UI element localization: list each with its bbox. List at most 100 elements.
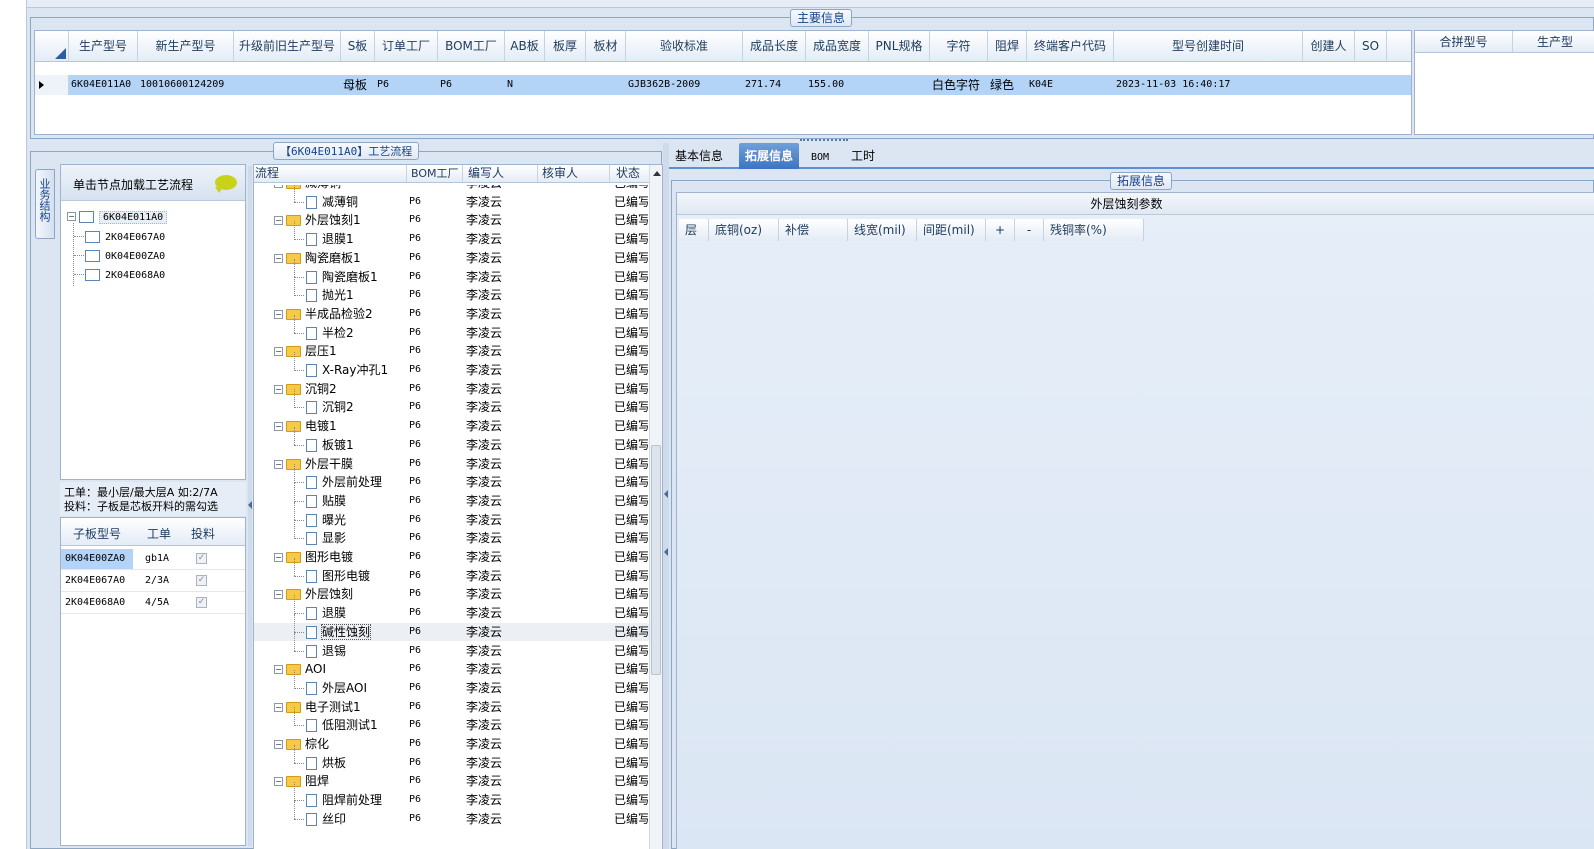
flow-row[interactable]: − 电子测试1 P6 李凌云 已编写 [254, 698, 649, 717]
flow-row[interactable]: − 层压1 P6 李凌云 已编写 [254, 342, 649, 361]
collapse-icon[interactable]: − [274, 665, 283, 675]
flow-row[interactable]: − 沉铜2 P6 李凌云 已编写 [254, 380, 649, 399]
flow-row[interactable]: 外层前处理 P6 李凌云 已编写 [254, 473, 649, 492]
feed-checkbox[interactable]: ✓ [196, 575, 207, 586]
flow-col-reviewer[interactable]: 核审人 [542, 165, 610, 182]
collapse-icon[interactable]: − [274, 253, 283, 263]
flow-row[interactable]: 曝光 P6 李凌云 已编写 [254, 511, 649, 530]
col-header-s-board[interactable]: S板 [341, 31, 375, 61]
col-header-creator[interactable]: 创建人 [1303, 31, 1355, 61]
sub-table-row[interactable]: 2K04E068A0 4/5A ✓ [61, 593, 245, 614]
col-header-old-model[interactable]: 升级前旧生产型号 [234, 31, 341, 61]
tab-bom[interactable]: BOM [805, 143, 835, 169]
cell-created-time[interactable]: 2023-11-03 16:40:17 [1114, 75, 1303, 95]
vertical-splitter-handle[interactable] [248, 166, 252, 846]
col-header-created-time[interactable]: 型号创建时间 [1114, 31, 1303, 61]
flow-row[interactable]: 陶瓷磨板1 P6 李凌云 已编写 [254, 268, 649, 287]
flow-scrollbar[interactable] [649, 165, 662, 849]
flow-row[interactable]: − 减薄铜 P6 李凌云 已编写 [254, 185, 649, 193]
etch-col-residual-copper[interactable]: 残铜率(%) [1044, 219, 1144, 241]
feed-checkbox[interactable]: ✓ [196, 597, 207, 608]
cell-thickness[interactable] [545, 75, 586, 95]
flow-row[interactable]: 减薄铜 P6 李凌云 已编写 [254, 193, 649, 212]
etch-col-spacing[interactable]: 间距(mil) [917, 219, 986, 241]
col-header-new-model[interactable]: 新生产型号 [138, 31, 234, 61]
tree-root-node[interactable]: − 6K04E011A0 [67, 209, 168, 225]
tree-child-node[interactable]: 2K04E067A0 [74, 229, 165, 243]
collapse-icon[interactable]: − [274, 309, 283, 319]
collapse-icon[interactable]: − [274, 216, 283, 226]
flow-col-author[interactable]: 编写人 [468, 165, 538, 182]
cell-material[interactable] [586, 75, 626, 95]
tab-work-hours[interactable]: 工时 [845, 143, 881, 169]
col-header-merge-prod[interactable]: 生产型 [1513, 31, 1594, 52]
col-header-customer-code[interactable]: 终端客户代码 [1027, 31, 1114, 61]
col-header-pnl[interactable]: PNL规格 [869, 31, 930, 61]
collapse-icon[interactable]: − [274, 702, 283, 712]
flow-col-status[interactable]: 状态 [616, 165, 646, 182]
col-header-bom-factory[interactable]: BOM工厂 [438, 31, 505, 61]
collapse-icon[interactable]: − [274, 347, 283, 357]
col-header-merge-model[interactable]: 合拼型号 [1415, 31, 1513, 52]
flow-row[interactable]: 退膜1 P6 李凌云 已编写 [254, 230, 649, 249]
sub-row-model[interactable]: 2K04E068A0 [61, 597, 125, 608]
collapse-icon[interactable]: − [274, 740, 283, 749]
flow-row[interactable]: X-Ray冲孔1 P6 李凌云 已编写 [254, 361, 649, 380]
flow-row[interactable]: − 外层蚀刻1 P6 李凌云 已编写 [254, 211, 649, 230]
cell-length[interactable]: 271.74 [743, 75, 806, 95]
col-header-thickness[interactable]: 板厚 [545, 31, 586, 61]
flow-row[interactable]: 阻焊前处理 P6 李凌云 已编写 [254, 791, 649, 810]
flow-row[interactable]: 退锡 P6 李凌云 已编写 [254, 642, 649, 661]
sub-row-model[interactable]: 2K04E067A0 [61, 575, 125, 586]
flow-row[interactable]: 沉铜2 P6 李凌云 已编写 [254, 398, 649, 417]
flow-row[interactable]: 半检2 P6 李凌云 已编写 [254, 324, 649, 343]
col-header-length[interactable]: 成品长度 [743, 31, 806, 61]
flow-row[interactable]: 烘板 P6 李凌云 已编写 [254, 754, 649, 773]
sub-table-row[interactable]: 2K04E067A0 2/3A ✓ [61, 571, 245, 592]
cell-prod-model[interactable]: 6K04E011A0 [69, 75, 138, 95]
feed-checkbox[interactable]: ✓ [196, 553, 207, 564]
etch-col-plus[interactable]: + [986, 219, 1015, 241]
etch-col-minus[interactable]: - [1015, 219, 1044, 241]
cell-s-board[interactable]: 母板 [341, 75, 375, 95]
col-header-char[interactable]: 字符 [930, 31, 988, 61]
cell-new-model[interactable]: 10010600124209 [138, 75, 234, 95]
main-info-row[interactable]: 6K04E011A0 10010600124209 母板 P6 P6 N GJB… [35, 75, 1411, 95]
col-header-solder-mask[interactable]: 阻焊 [988, 31, 1027, 61]
cell-solder-mask[interactable]: 绿色 [988, 75, 1027, 95]
collapse-icon[interactable]: − [274, 590, 283, 600]
sub-row-model[interactable]: 0K04E00ZA0 [61, 549, 133, 569]
etch-col-layer[interactable]: 层 [679, 219, 709, 241]
vertical-tab-business-structure[interactable]: 业务结构 [35, 169, 55, 239]
cell-bom-factory[interactable]: P6 [438, 75, 505, 95]
sub-row-order[interactable]: 4/5A [145, 597, 169, 608]
collapse-icon[interactable]: − [274, 422, 283, 432]
etch-col-line-width[interactable]: 线宽(mil) [848, 219, 917, 241]
col-header-feed[interactable]: 投料 [191, 525, 215, 542]
cell-creator[interactable] [1303, 75, 1355, 95]
flow-row[interactable]: − 电镀1 P6 李凌云 已编写 [254, 417, 649, 436]
sub-row-order[interactable]: 2/3A [145, 575, 169, 586]
flow-row[interactable]: 板镀1 P6 李凌云 已编写 [254, 436, 649, 455]
flow-row[interactable]: − 陶瓷磨板1 P6 李凌云 已编写 [254, 249, 649, 268]
tree-child-node[interactable]: 2K04E068A0 [74, 267, 165, 281]
col-header-standard[interactable]: 验收标准 [626, 31, 743, 61]
cell-width[interactable]: 155.00 [806, 75, 869, 95]
sub-table-row[interactable]: 0K04E00ZA0 gb1A ✓ [61, 549, 245, 570]
tree-child-node[interactable]: 0K04E00ZA0 [74, 248, 165, 262]
cell-old-model[interactable] [234, 75, 341, 95]
flow-row[interactable]: 碱性蚀刻 P6 李凌云 已编写 [254, 622, 649, 642]
etch-col-base-copper[interactable]: 底铜(oz) [709, 219, 779, 241]
cell-customer-code[interactable]: K04E [1027, 75, 1114, 95]
flow-row[interactable]: 外层AOI P6 李凌云 已编写 [254, 679, 649, 698]
cell-char[interactable]: 白色字符 [930, 75, 988, 95]
flow-row[interactable]: − AOI P6 李凌云 已编写 [254, 660, 649, 679]
collapse-icon[interactable]: − [274, 185, 283, 188]
collapse-icon[interactable]: − [274, 777, 283, 787]
col-header-material[interactable]: 板材 [586, 31, 626, 61]
flow-row[interactable]: − 外层蚀刻 P6 李凌云 已编写 [254, 585, 649, 604]
cell-pnl[interactable] [869, 75, 930, 95]
cell-so[interactable] [1355, 75, 1387, 95]
flow-row[interactable]: 低阻测试1 P6 李凌云 已编写 [254, 716, 649, 735]
flow-row[interactable]: − 阻焊 P6 李凌云 已编写 [254, 772, 649, 791]
